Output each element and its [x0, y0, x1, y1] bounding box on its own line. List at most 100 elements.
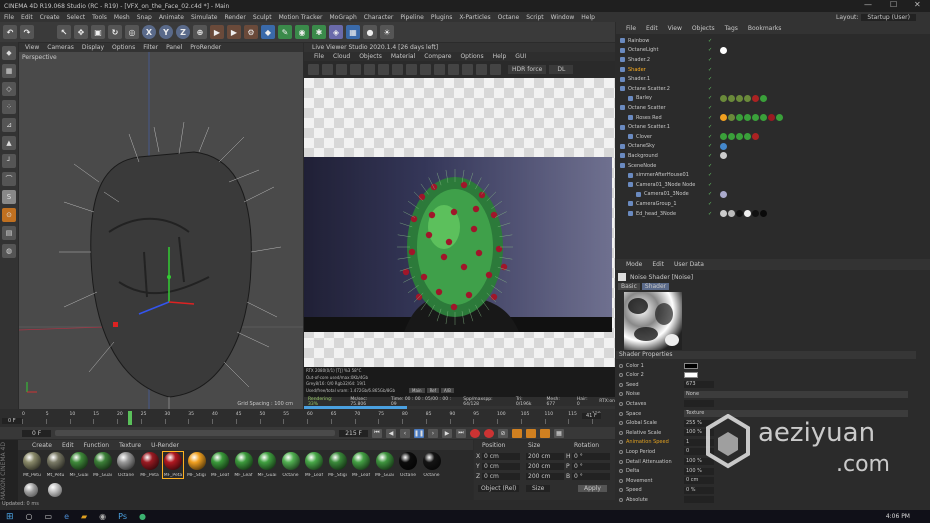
restart-icon[interactable]	[322, 64, 333, 75]
hdr-dropdown[interactable]: HDR force	[508, 65, 547, 74]
object-menu-bookmarks[interactable]: Bookmarks	[748, 25, 782, 32]
photoshop-icon[interactable]: Ps	[118, 512, 127, 521]
param-toggle-icon[interactable]	[619, 430, 623, 435]
visibility-toggle[interactable]: ✓	[708, 182, 712, 188]
tag-icon[interactable]	[752, 133, 759, 140]
visibility-toggle[interactable]: ✓	[708, 211, 712, 217]
object-row[interactable]: Octane Scatter.1 ✓	[616, 122, 930, 132]
menu-window[interactable]: Window	[551, 14, 575, 21]
visibility-toggle[interactable]: ✓	[708, 153, 712, 159]
visibility-toggle[interactable]: ✓	[708, 191, 712, 197]
octane-icon[interactable]: ◍	[2, 244, 16, 258]
tag-icon[interactable]	[744, 209, 751, 217]
menu-plugins[interactable]: Plugins	[431, 14, 453, 21]
rotation-field[interactable]: 0 °	[572, 453, 610, 460]
lv-menu-help[interactable]: Help	[493, 53, 507, 60]
spotify-icon[interactable]: ●	[139, 512, 146, 521]
record-icon[interactable]	[470, 428, 480, 438]
material-swatch[interactable]: Octane	[422, 452, 442, 478]
light-icon[interactable]: ☀	[380, 25, 394, 39]
points-mode-icon[interactable]: ⁘	[2, 100, 16, 114]
playhead[interactable]	[128, 411, 132, 425]
material-ball[interactable]	[24, 483, 38, 497]
material-swatch[interactable]: MF_Guai	[69, 452, 89, 478]
menu-character[interactable]: Character	[364, 14, 394, 21]
goto-end-icon[interactable]: ⏭	[456, 428, 466, 438]
tag-icon[interactable]	[776, 113, 783, 121]
material-swatch[interactable]: MF_Stigi	[328, 452, 348, 478]
tab-shader[interactable]: Shader	[641, 283, 670, 290]
param-value[interactable]	[684, 496, 714, 504]
zoom-icon[interactable]	[490, 64, 501, 75]
tag-icon[interactable]	[752, 209, 759, 217]
object-menu-edit[interactable]: Edit	[646, 25, 658, 32]
timeline-settings-icon[interactable]: ▦	[554, 428, 564, 438]
region-icon[interactable]	[392, 64, 403, 75]
tag-icon[interactable]	[720, 152, 727, 160]
tag-icon[interactable]	[728, 133, 735, 140]
visibility-toggle[interactable]: ✓	[708, 163, 712, 169]
tag-icon[interactable]	[760, 209, 767, 217]
visibility-toggle[interactable]: ✓	[708, 105, 712, 111]
menu-octane[interactable]: Octane	[498, 14, 520, 21]
object-row[interactable]: OctaneLight ✓	[616, 46, 930, 56]
viewport-menu-filter[interactable]: Filter	[143, 44, 158, 51]
tag-icon[interactable]	[720, 113, 727, 121]
tag-icon[interactable]	[760, 113, 767, 121]
menu-snap[interactable]: Snap	[137, 14, 152, 21]
object-row[interactable]: CameraGroup_1 ✓	[616, 199, 930, 209]
render-view-icon[interactable]: ▶	[210, 25, 224, 39]
settings-icon[interactable]	[462, 64, 473, 75]
object-menu-tags[interactable]: Tags	[725, 25, 738, 32]
object-row[interactable]: Shader.2 ✓	[616, 55, 930, 65]
menu-render[interactable]: Render	[224, 14, 245, 21]
position-field[interactable]: 0 cm	[482, 473, 520, 480]
viewer-tab-ref[interactable]: Ref	[426, 388, 440, 393]
menu-select[interactable]: Select	[67, 14, 86, 21]
tag-icon[interactable]	[744, 94, 751, 102]
menu-mesh[interactable]: Mesh	[114, 14, 130, 21]
viewer-tab-main[interactable]: Main	[409, 388, 425, 393]
layout-value[interactable]: Startup (User)	[861, 13, 916, 21]
goto-start-icon[interactable]: ⏮	[372, 428, 382, 438]
attr-menu-user-data[interactable]: User Data	[674, 261, 704, 268]
lv-menu-cloud[interactable]: Cloud	[333, 53, 350, 60]
lv-menu-material[interactable]: Material	[391, 53, 415, 60]
texture-mode-icon[interactable]: ▦	[2, 64, 16, 78]
param-value[interactable]: 0 %	[684, 486, 714, 494]
grid-icon[interactable]: ▤	[2, 226, 16, 240]
visibility-toggle[interactable]: ✓	[708, 76, 712, 82]
coord-size-dropdown[interactable]: Size	[526, 485, 551, 492]
param-value[interactable]: 0 cm	[684, 477, 714, 485]
tag-icon[interactable]	[720, 46, 727, 54]
param-value[interactable]	[684, 372, 698, 379]
viewport-menu-panel[interactable]: Panel	[166, 44, 182, 51]
menu-sculpt[interactable]: Sculpt	[253, 14, 272, 21]
object-row[interactable]: OctaneSky ✓	[616, 142, 930, 152]
tag-icon[interactable]	[736, 94, 743, 102]
lock-icon[interactable]	[378, 64, 389, 75]
cube-icon[interactable]: ◆	[261, 25, 275, 39]
model-mode-icon[interactable]: ◆	[2, 46, 16, 60]
param-toggle-icon[interactable]	[619, 497, 623, 502]
param-toggle-icon[interactable]	[619, 421, 623, 426]
material-menu-create[interactable]: Create	[32, 442, 52, 449]
material-menu-texture[interactable]: Texture	[119, 442, 141, 449]
menu-help[interactable]: Help	[581, 14, 595, 21]
y-axis-icon[interactable]: Y	[159, 25, 173, 39]
close-button[interactable]: ✕	[914, 0, 921, 9]
key-scale-icon[interactable]	[540, 428, 550, 438]
material-swatch[interactable]: MF_Leaf	[304, 452, 324, 478]
menu-motion-tracker[interactable]: Motion Tracker	[279, 14, 323, 21]
material-ball[interactable]	[47, 483, 62, 497]
tag-icon[interactable]	[736, 113, 743, 121]
material-swatch[interactable]: Octane	[398, 452, 418, 478]
search-icon[interactable]: ○	[26, 512, 33, 521]
deformer-icon[interactable]: ◈	[329, 25, 343, 39]
material-menu-edit[interactable]: Edit	[62, 442, 74, 449]
material-swatch[interactable]: Octane	[116, 452, 136, 478]
timeline[interactable]: 0 5 10 15 20 25 30 35 40 45 50 55 60 65 70 75 80 85 90 95 10…	[0, 409, 615, 427]
object-row[interactable]: Shader.1 ✓	[616, 74, 930, 84]
perspective-viewport[interactable]: Perspective Grid Spacing : 100 cm	[19, 52, 303, 409]
position-field[interactable]: 0 cm	[482, 453, 520, 460]
